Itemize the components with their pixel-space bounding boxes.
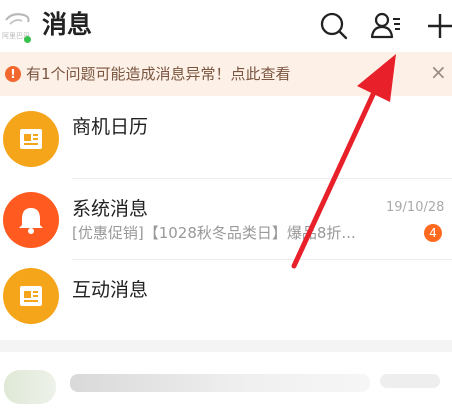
online-status-dot (24, 36, 31, 43)
list-item-interaction[interactable]: 互动消息 (0, 260, 452, 342)
page-title: 消息 (42, 10, 93, 39)
notice-text: 有1个问题可能造成消息异常！点此查看 (26, 65, 291, 83)
contacts-icon[interactable] (370, 10, 402, 42)
item-name: 商机日历 (72, 116, 149, 138)
list-item-blurred[interactable] (0, 352, 452, 409)
section-gap (0, 340, 452, 352)
calendar-icon (3, 111, 59, 167)
item-name: 互动消息 (72, 279, 149, 301)
item-name: 系统消息 (72, 198, 149, 220)
item-preview: [优惠促销]【1028秋冬品类日】爆品8折... (72, 224, 356, 242)
blurred-meta (380, 374, 440, 388)
document-icon (3, 268, 59, 324)
blurred-text (70, 374, 370, 392)
add-icon[interactable] (424, 10, 452, 42)
unread-badge: 4 (424, 224, 442, 242)
blurred-avatar (4, 370, 56, 404)
list-item-calendar[interactable]: 商机日历 (0, 96, 452, 178)
avatar[interactable]: 阿里巴巴 (2, 8, 34, 43)
notice-banner[interactable]: ! 有1个问题可能造成消息异常！点此查看 × (0, 52, 452, 96)
search-icon[interactable] (318, 10, 350, 42)
alibaba-logo-icon: 阿里巴巴 (2, 13, 30, 40)
header: 阿里巴巴 消息 (0, 0, 452, 52)
close-icon[interactable]: × (430, 62, 447, 82)
bell-icon (3, 192, 59, 248)
item-time: 19/10/28 (386, 200, 445, 215)
list-item-system[interactable]: 系统消息 [优惠促销]【1028秋冬品类日】爆品8折... 19/10/28 4 (0, 179, 452, 261)
warning-icon: ! (5, 66, 21, 82)
